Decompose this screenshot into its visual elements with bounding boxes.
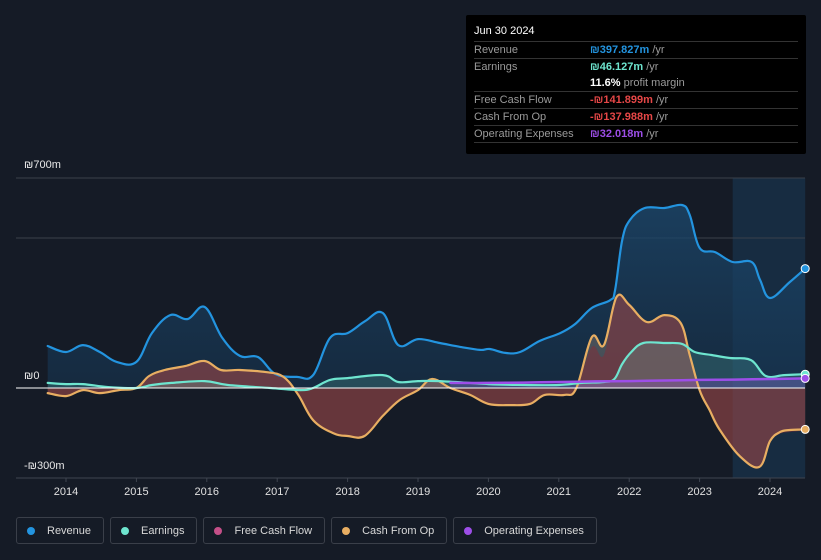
x-tick-label: 2022 [617, 486, 641, 498]
legend-dot-icon [342, 526, 351, 535]
y-tick-label-0: ₪0 [24, 370, 40, 382]
legend-item-free-cash-flow[interactable]: Free Cash Flow [203, 517, 326, 544]
legend-dot-icon [121, 526, 130, 535]
tooltip-label: Revenue [474, 44, 519, 56]
legend-dot-icon [27, 526, 35, 535]
tooltip-date: Jun 30 2024 [474, 23, 798, 42]
legend-label: Operating Expenses [484, 524, 584, 537]
tooltip-value: ₪46.127m /yr [590, 61, 659, 73]
tooltip-label: Operating Expenses [474, 128, 574, 140]
tooltip-value: -₪141.899m /yr [590, 94, 669, 106]
x-tick-label: 2020 [476, 486, 500, 498]
cash-from-op-end-marker[interactable] [800, 424, 810, 434]
tooltip-value: -₪137.988m /yr [590, 111, 669, 123]
x-tick-label: 2019 [406, 486, 430, 498]
tooltip-value: ₪32.018m /yr [590, 128, 659, 140]
x-tick-label: 2021 [547, 486, 571, 498]
tooltip-row-operating-expenses: Operating Expenses ₪32.018m /yr [474, 126, 798, 143]
legend-item-cash-from-op[interactable]: Cash From Op [331, 517, 448, 544]
tooltip: Jun 30 2024 Revenue ₪397.827m /yr Earnings… [466, 15, 806, 154]
tooltip-label: Earnings [474, 61, 518, 73]
x-tick-label: 2014 [54, 486, 78, 498]
legend-dot-icon [464, 526, 473, 535]
x-tick-label: 2018 [335, 486, 359, 498]
tooltip-value: 11.6% profit margin [590, 77, 685, 89]
legend-dot-icon [214, 526, 223, 535]
legend-item-revenue[interactable]: Revenue [16, 517, 105, 544]
operating-expenses-end-marker[interactable] [800, 373, 810, 383]
x-tick-label: 2017 [265, 486, 289, 498]
tooltip-row-free-cash-flow: Free Cash Flow -₪141.899m /yr [474, 92, 798, 109]
tooltip-label [474, 75, 590, 91]
legend-item-earnings[interactable]: Earnings [110, 517, 198, 544]
tooltip-row-earnings: Earnings ₪46.127m /yr [474, 59, 798, 75]
tooltip-row-cash-from-op: Cash From Op -₪137.988m /yr [474, 109, 798, 126]
tooltip-label: Cash From Op [474, 111, 547, 123]
legend-label: Revenue [47, 524, 92, 537]
legend-label: Free Cash Flow [234, 524, 313, 537]
x-tick-label: 2024 [758, 486, 782, 498]
legend: Revenue Earnings Free Cash Flow Cash From O… [16, 517, 597, 544]
legend-label: Cash From Op [362, 524, 435, 537]
x-tick-label: 2016 [195, 486, 219, 498]
tooltip-row-revenue: Revenue ₪397.827m /yr [474, 42, 798, 59]
tooltip-row-profit-margin: 11.6% profit margin [474, 75, 798, 92]
x-tick-label: 2015 [124, 486, 148, 498]
revenue-end-marker[interactable] [800, 264, 810, 274]
tooltip-label: Free Cash Flow [474, 94, 552, 106]
y-tick-label-700: ₪700m [24, 159, 61, 171]
legend-label: Earnings [141, 524, 185, 537]
x-tick-label: 2023 [687, 486, 711, 498]
y-tick-label-minus-300: -₪300m [24, 460, 65, 472]
tooltip-value: ₪397.827m /yr [590, 44, 665, 56]
legend-item-operating-expenses[interactable]: Operating Expenses [453, 517, 597, 544]
